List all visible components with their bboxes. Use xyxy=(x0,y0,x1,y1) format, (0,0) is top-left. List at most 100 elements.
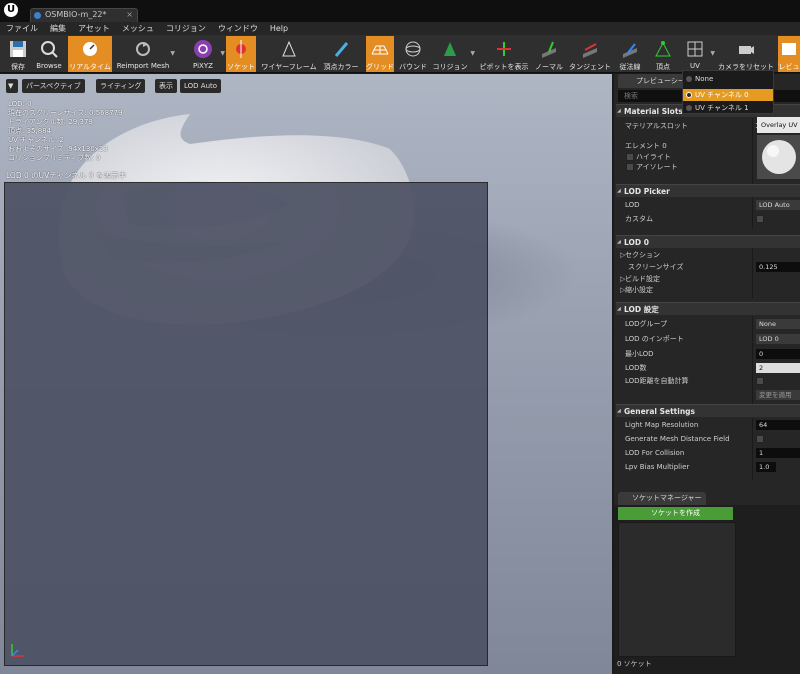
radio-icon xyxy=(686,76,692,82)
collision-button[interactable]: コリジョン ▼ xyxy=(432,36,475,72)
auto-compute-checkbox[interactable] xyxy=(756,377,764,385)
show-button[interactable]: 表示 xyxy=(155,79,177,93)
apply-row: 変更を適用 xyxy=(616,388,800,402)
create-socket-button[interactable]: ソケットを作成 xyxy=(618,507,733,520)
mesh-viewport[interactable]: ▼ パースペクティブ ライティング 表示 LOD Auto LOD: 0 現在の… xyxy=(0,74,612,674)
screen-size-input[interactable]: 0.125 xyxy=(756,262,800,272)
lod-collision-row: LOD For Collision 1 xyxy=(616,446,800,460)
lod-import-row: LOD のインポート LOD 0 xyxy=(616,332,800,346)
menu-help[interactable]: Help xyxy=(270,22,288,35)
uv-option-channel-1[interactable]: UV チャンネル 1 xyxy=(683,102,773,114)
min-lod-input[interactable]: 0 xyxy=(756,349,800,359)
menu-window[interactable]: ウィンドウ xyxy=(218,22,258,35)
custom-row: カスタム xyxy=(616,212,800,226)
uv-option-channel-0[interactable]: UV チャンネル 0 xyxy=(683,89,773,101)
binormal-icon xyxy=(619,38,641,60)
save-button[interactable]: 保存 xyxy=(6,36,30,72)
show-label: 表示 xyxy=(159,82,173,90)
close-icon[interactable]: × xyxy=(126,9,133,21)
perspective-label: パースペクティブ xyxy=(26,82,81,90)
reimport-icon xyxy=(132,38,154,60)
menu-file[interactable]: ファイル xyxy=(6,22,38,35)
lod-count-input[interactable]: 2 xyxy=(756,363,800,373)
lighting-button[interactable]: ライティング xyxy=(96,79,146,93)
reimport-mesh-button[interactable]: Reimport Mesh ▼ xyxy=(117,36,175,72)
brush-icon xyxy=(330,38,352,60)
socket-toggle-button[interactable]: ソケット xyxy=(226,36,256,72)
pixyz-icon xyxy=(192,38,214,60)
realtime-button[interactable]: リアルタイム xyxy=(68,36,112,72)
stat-line: コリジョンプリミティブ数: 0 xyxy=(8,154,101,162)
chevron-down-icon[interactable]: ▼ xyxy=(710,50,715,57)
menu-mesh[interactable]: メッシュ xyxy=(122,22,154,35)
lod-count-row: LOD数 2 xyxy=(616,361,800,375)
stat-line: トライアングル数: 29,379 xyxy=(8,118,93,126)
socket-list[interactable] xyxy=(618,522,736,657)
menu-collision[interactable]: コリジョン xyxy=(166,22,206,35)
light-map-input[interactable]: 64 xyxy=(756,420,800,430)
apply-changes-button[interactable]: 変更を適用 xyxy=(756,390,800,400)
menu-edit[interactable]: 編集 xyxy=(50,22,66,35)
min-lod-row: 最小LOD 0 xyxy=(616,347,800,361)
preview-button[interactable]: プレビュー xyxy=(778,36,800,72)
lod-dropdown[interactable]: LOD Auto xyxy=(756,200,800,210)
distance-field-checkbox[interactable] xyxy=(756,435,764,443)
lod-import-dropdown[interactable]: LOD 0 xyxy=(756,334,800,344)
lod-group-dropdown[interactable]: None xyxy=(756,319,800,329)
reduction-settings-row[interactable]: ▷ 縮小設定 xyxy=(616,283,800,297)
vertex-button[interactable]: 頂点 xyxy=(650,36,676,72)
lpv-bias-row: Lpv Bias Multiplier 1.0 xyxy=(616,460,800,474)
show-pivot-button[interactable]: ピボットを表示 xyxy=(480,36,529,72)
menu-bar: ファイル 編集 アセット メッシュ コリジョン ウィンドウ Help xyxy=(0,22,800,35)
viewport-stats: LOD: 0 現在のスクリーンサイズ: 0.568779 トライアングル数: 2… xyxy=(8,100,122,163)
lod-auto-button[interactable]: LOD Auto xyxy=(180,79,222,93)
normal-button[interactable]: ノーマル xyxy=(534,36,564,72)
distance-field-row: Generate Mesh Distance Field xyxy=(616,432,800,446)
collision-icon xyxy=(439,38,461,60)
socket-count: 0 ソケット xyxy=(617,660,652,668)
lod-settings-header[interactable]: LOD 設定 xyxy=(616,302,800,316)
chevron-down-icon[interactable]: ▼ xyxy=(470,50,475,57)
custom-checkbox[interactable] xyxy=(756,215,764,223)
perspective-button[interactable]: パースペクティブ xyxy=(22,79,85,93)
lod0-header[interactable]: LOD 0 xyxy=(616,235,800,249)
grid-button[interactable]: グリッド xyxy=(366,36,394,72)
unreal-logo-icon[interactable]: U xyxy=(4,3,18,17)
lpv-bias-input[interactable]: 1.0 xyxy=(756,462,776,472)
menu-asset[interactable]: アセット xyxy=(78,22,110,35)
lod-collision-input[interactable]: 1 xyxy=(756,448,800,458)
wireframe-button[interactable]: ワイヤーフレーム xyxy=(261,36,317,72)
bounds-icon xyxy=(402,38,424,60)
uv-option-none[interactable]: None xyxy=(683,73,773,85)
material-thumbnail[interactable] xyxy=(757,135,800,179)
asset-tab[interactable]: OSMBIO-m_22* × xyxy=(30,8,138,22)
search-placeholder: 検索 xyxy=(624,92,638,100)
viewport-options-button[interactable]: ▼ xyxy=(6,79,18,93)
uv-button[interactable]: UV ▼ xyxy=(682,36,715,72)
stat-line: 現在のスクリーンサイズ: 0.568779 xyxy=(8,109,123,117)
general-settings-header[interactable]: General Settings xyxy=(616,404,800,418)
isolate-checkbox[interactable] xyxy=(626,163,634,171)
chevron-down-icon[interactable]: ▼ xyxy=(220,50,225,57)
lod-picker-header[interactable]: LOD Picker xyxy=(616,184,800,198)
radio-selected-icon xyxy=(686,92,692,98)
uv-channel-caption: LOD 0 のUVチャンネル 0 を表示中 xyxy=(6,171,127,180)
tangent-icon xyxy=(579,38,601,60)
browse-button[interactable]: Browse xyxy=(34,36,64,72)
vertex-color-button[interactable]: 頂点カラー xyxy=(322,36,360,72)
tangent-button[interactable]: タンジェント xyxy=(569,36,611,72)
pixyz-button[interactable]: PiXYZ ▼ xyxy=(188,36,225,72)
chevron-down-icon[interactable]: ▼ xyxy=(170,50,175,57)
grid-icon xyxy=(369,38,391,60)
binormal-button[interactable]: 従法線 xyxy=(616,36,644,72)
lod-auto-label: LOD Auto xyxy=(184,82,218,90)
stat-line: LOD: 0 xyxy=(8,100,32,108)
asset-tab-label: OSMBIO-m_22* xyxy=(45,10,107,19)
stat-line: UV チャンネル: 2 xyxy=(8,136,64,144)
reset-camera-button[interactable]: カメラをリセット xyxy=(718,36,774,72)
vertex-icon xyxy=(652,38,674,60)
auto-compute-row: LOD距離を自動計算 xyxy=(616,374,800,388)
stat-line: おおよそのサイズ: 94x130x23 xyxy=(8,145,108,153)
socket-manager-tab[interactable]: ソケットマネージャー xyxy=(618,492,706,505)
bounds-button[interactable]: バウンド xyxy=(398,36,428,72)
